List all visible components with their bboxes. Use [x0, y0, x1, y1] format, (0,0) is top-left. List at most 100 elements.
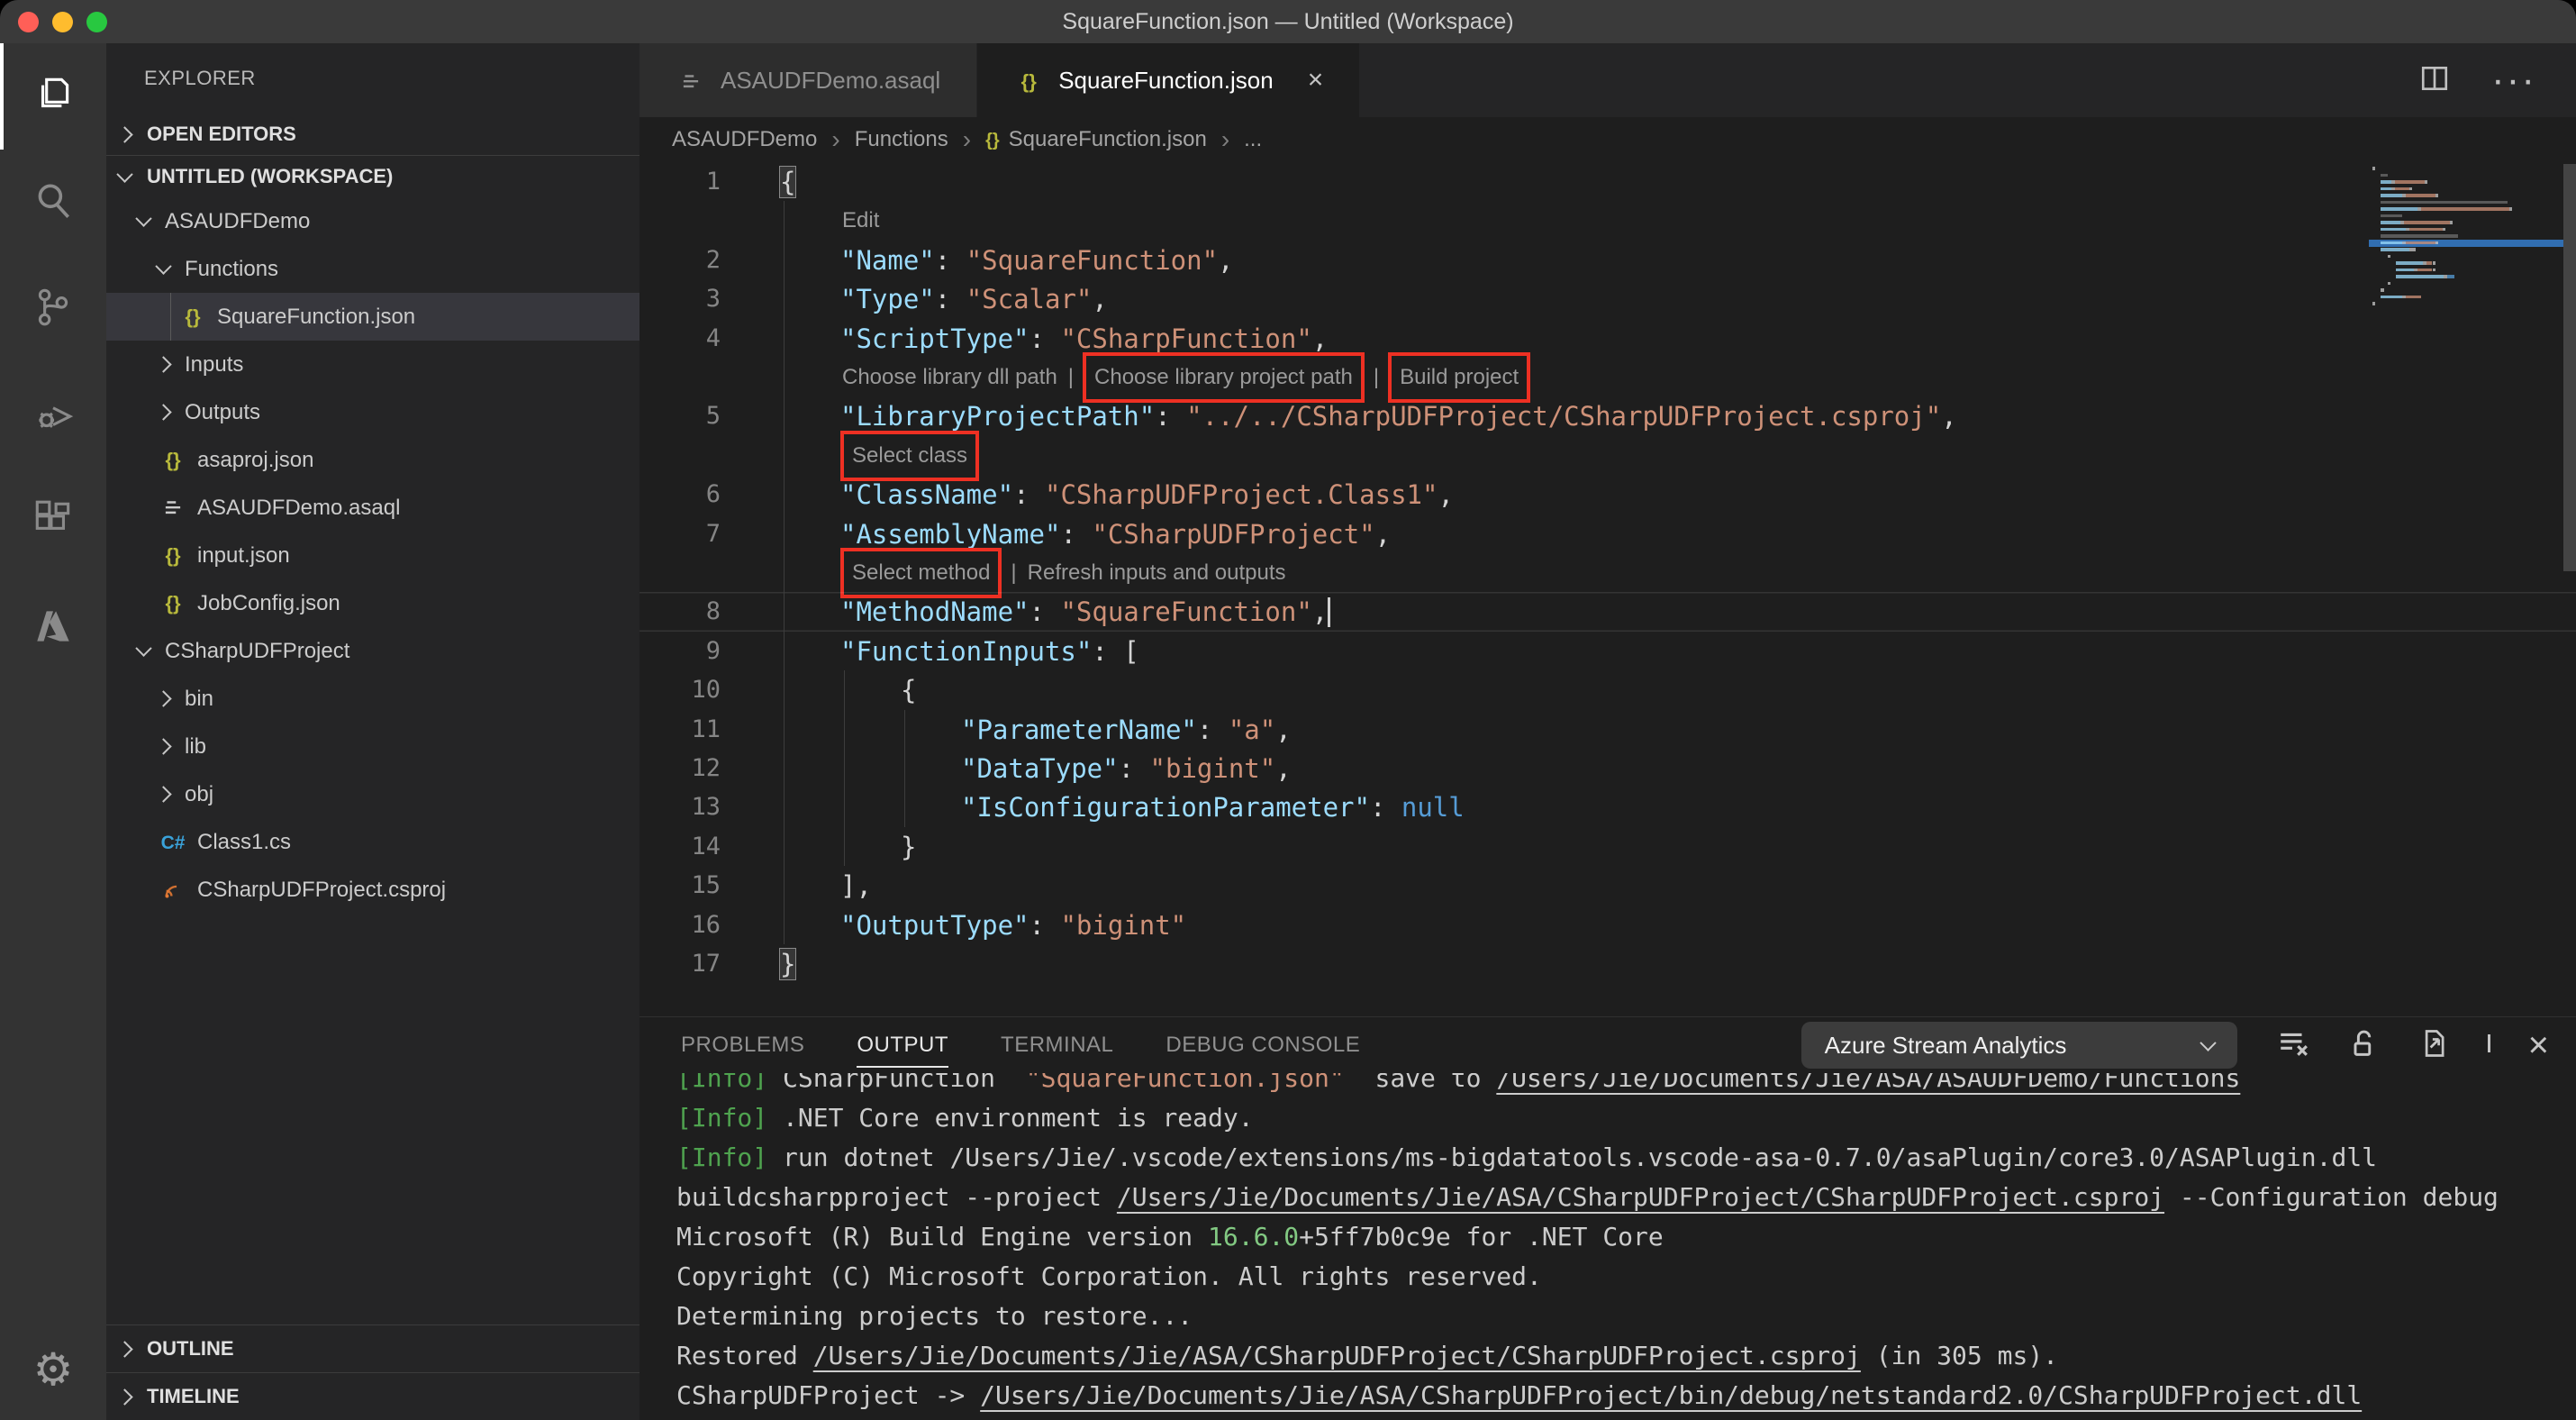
- tree-item-bin[interactable]: bin: [106, 675, 639, 723]
- tree-item-squarefunction-json[interactable]: {} SquareFunction.json: [106, 293, 639, 341]
- json-file-icon: {}: [1020, 69, 1037, 93]
- tab-asaudfdemo-asaql[interactable]: ASAUDFDemo.asaql: [639, 43, 978, 117]
- panel-tab-terminal[interactable]: TERMINAL: [1001, 1017, 1113, 1073]
- code-line-12[interactable]: 12 "DataType": "bigint",: [639, 749, 2576, 788]
- output-text: 16.6.0: [1208, 1222, 1300, 1252]
- activity-item-azure[interactable]: [0, 575, 106, 681]
- minimap-bar: [2380, 288, 2384, 292]
- panel-tab-problems[interactable]: PROBLEMS: [681, 1017, 804, 1073]
- codelens-edit[interactable]: Edit: [840, 199, 881, 242]
- tree-indent-guide: [170, 293, 171, 341]
- activity-item-settings[interactable]: ⚙: [0, 1324, 106, 1415]
- activity-item-extensions[interactable]: [0, 469, 106, 575]
- codelens-row: Select class: [639, 430, 2576, 481]
- breadcrumb-item-functions[interactable]: Functions: [855, 127, 948, 152]
- line-number: 17: [691, 950, 721, 978]
- code-line-8[interactable]: 8 "MethodName": "SquareFunction",: [639, 592, 2576, 632]
- explorer-sidebar: EXPLORER OPEN EDITORS UNTITLED (WORKSPAC…: [106, 43, 639, 1420]
- tree-item-outputs[interactable]: Outputs: [106, 388, 639, 436]
- tree-item-asaudfdemo-asaql[interactable]: ASAUDFDemo.asaql: [106, 484, 639, 532]
- indent-guide: [844, 670, 845, 867]
- line-number: 11: [691, 715, 721, 743]
- tree-item-csharpudfproject[interactable]: CSharpUDFProject: [106, 627, 639, 675]
- output-path-link[interactable]: /Users/Jie/Documents/Jie/ASA/ASAUDFDemo/…: [1496, 1073, 2240, 1093]
- close-panel-icon[interactable]: ×: [2528, 1027, 2549, 1063]
- tree-item-class1-cs[interactable]: C# Class1.cs: [106, 818, 639, 866]
- codelens-select-method-highlighted[interactable]: Select method: [840, 548, 1002, 598]
- close-tab-icon[interactable]: ×: [1308, 65, 1324, 96]
- section-open-editors[interactable]: OPEN EDITORS: [106, 114, 639, 156]
- code-editor[interactable]: 1{Edit 2 "Name": "SquareFunction", 3 "Type":…: [639, 162, 2576, 1016]
- line-number: 7: [705, 519, 721, 548]
- editor-scrollbar[interactable]: [2563, 164, 2576, 571]
- editor-group: ASAUDFDemo.asaql {} SquareFunction.json × ·…: [639, 43, 2576, 1016]
- codelens-build-project-highlighted[interactable]: Build project: [1388, 352, 1531, 403]
- tree-item-obj[interactable]: obj: [106, 770, 639, 818]
- section-timeline[interactable]: TIMELINE: [106, 1372, 639, 1420]
- activity-item-run-debug[interactable]: [0, 362, 106, 469]
- chevron-down-icon: [116, 165, 133, 183]
- tree-item-csharpudfproject-csproj[interactable]: CSharpUDFProject.csproj: [106, 866, 639, 914]
- output-text: .NET Core environment is ready.: [767, 1103, 1254, 1133]
- source-control-icon: [31, 285, 76, 334]
- tab-squarefunction-json[interactable]: {} SquareFunction.json ×: [977, 43, 1361, 117]
- token: "CSharpFunction": [1060, 323, 1312, 354]
- output-path-link[interactable]: /Users/Jie/Documents/Jie/ASA/CSharpUDFPr…: [980, 1380, 2362, 1410]
- unlock-icon[interactable]: [2347, 1027, 2380, 1064]
- breadcrumb-label: SquareFunction.json: [1008, 127, 1207, 151]
- code-line-16[interactable]: 16 "OutputType": "bigint": [639, 906, 2576, 945]
- activity-item-source-control[interactable]: [0, 256, 106, 362]
- panel-tab-debug-console[interactable]: DEBUG CONSOLE: [1166, 1017, 1360, 1073]
- code-line-10[interactable]: 10 {: [639, 670, 2576, 710]
- open-log-file-icon[interactable]: [2417, 1027, 2450, 1064]
- code-line-2[interactable]: 2 "Name": "SquareFunction",: [639, 241, 2576, 280]
- section-outline[interactable]: OUTLINE: [106, 1324, 639, 1372]
- output-path-link[interactable]: /Users/Jie/Documents/Jie/ASA/CSharpUDFPr…: [813, 1341, 1861, 1370]
- code-line-3[interactable]: 3 "Type": "Scalar",: [639, 279, 2576, 319]
- code-line-1[interactable]: 1{: [639, 162, 2576, 202]
- output-path-link[interactable]: /Users/Jie/Documents/Jie/ASA/CSharpUDFPr…: [1117, 1182, 2164, 1212]
- output-channel-select[interactable]: Azure Stream Analytics: [1800, 1022, 2237, 1069]
- minimap[interactable]: [2369, 165, 2563, 399]
- breadcrumb-label: ASAUDFDemo: [672, 127, 818, 151]
- codelens-choose-library-dll-path[interactable]: Choose library dll path: [840, 356, 1059, 399]
- code-line-13[interactable]: 13 "IsConfigurationParameter": null: [639, 787, 2576, 827]
- activity-item-explorer[interactable]: [0, 43, 106, 150]
- codelens-choose-library-project-path-highlighted[interactable]: Choose library project path: [1083, 352, 1365, 403]
- section-workspace[interactable]: UNTITLED (WORKSPACE): [106, 156, 639, 197]
- breadcrumb-item-squarefunction-json[interactable]: {} SquareFunction.json: [985, 127, 1207, 152]
- token: "AssemblyName": [840, 518, 1061, 550]
- output-line: Microsoft (R) Build Engine version 16.6.…: [676, 1217, 2576, 1257]
- maximize-panel-icon[interactable]: [2487, 1034, 2490, 1053]
- code-line-6[interactable]: 6 "ClassName": "CSharpUDFProject.Class1",: [639, 475, 2576, 514]
- code-line-15[interactable]: 15],: [639, 866, 2576, 906]
- codelens-line: Select class: [840, 430, 980, 481]
- code-line-11[interactable]: 11 "ParameterName": "a",: [639, 710, 2576, 750]
- line-number: 16: [691, 910, 721, 939]
- tree-item-inputs[interactable]: Inputs: [106, 341, 639, 388]
- split-editor-icon[interactable]: [2419, 63, 2450, 98]
- breadcrumb-label: ...: [1244, 127, 1263, 151]
- text-cursor: [1328, 597, 1331, 628]
- breadcrumb-item-asaudfdemo[interactable]: ASAUDFDemo: [672, 127, 817, 152]
- breadcrumb-item-[interactable]: ...: [1244, 127, 1262, 152]
- code-line-9[interactable]: 9 "FunctionInputs": [: [639, 632, 2576, 671]
- code-line-17[interactable]: 17}: [639, 944, 2576, 984]
- tree-item-jobconfig-json[interactable]: {} JobConfig.json: [106, 579, 639, 627]
- code-line-4[interactable]: 4 "ScriptType": "CSharpFunction",: [639, 319, 2576, 359]
- tree-item-input-json[interactable]: {} input.json: [106, 532, 639, 579]
- tree-item-asaproj-json[interactable]: {} asaproj.json: [106, 436, 639, 484]
- tree-item-functions[interactable]: Functions: [106, 245, 639, 293]
- code-line-14[interactable]: 14}: [639, 827, 2576, 867]
- clear-output-icon[interactable]: [2277, 1027, 2309, 1064]
- line-number: 6: [705, 480, 721, 509]
- section-label: OPEN EDITORS: [147, 123, 296, 145]
- codelens-select-class-highlighted[interactable]: Select class: [840, 430, 980, 481]
- codelens-refresh-inputs-and-outputs[interactable]: Refresh inputs and outputs: [1026, 551, 1288, 595]
- tree-item-lib[interactable]: lib: [106, 723, 639, 770]
- tree-item-asaudfdemo[interactable]: ASAUDFDemo: [106, 197, 639, 245]
- activity-item-search[interactable]: [0, 150, 106, 256]
- token: :: [934, 284, 966, 315]
- panel-tab-output[interactable]: OUTPUT: [857, 1017, 948, 1073]
- code-text: "ParameterName": "a",: [961, 710, 1292, 750]
